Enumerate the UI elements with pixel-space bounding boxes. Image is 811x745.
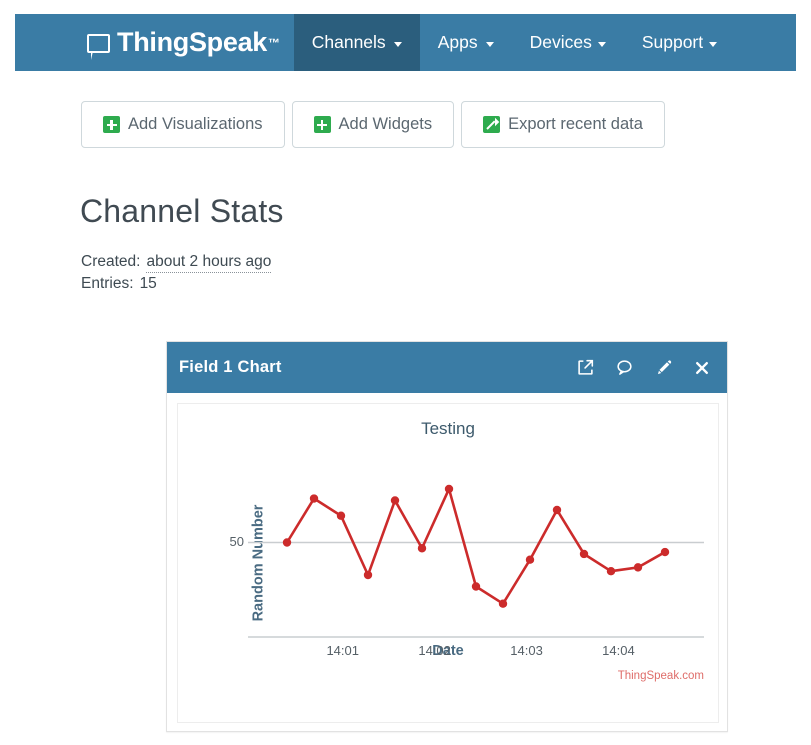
nav-items: Channels Apps Devices Support <box>293 14 735 71</box>
chevron-down-icon <box>485 42 494 47</box>
external-arrow-icon <box>483 116 501 133</box>
nav-item-channels[interactable]: Channels <box>293 14 420 71</box>
x-tick-label: 14:04 <box>602 643 635 658</box>
brand-logo[interactable]: ThingSpeak ™ <box>15 14 294 71</box>
button-label: Add Visualizations <box>128 115 263 133</box>
action-button-group: Add Visualizations Add Widgets Export re… <box>81 101 665 148</box>
entries-value: 15 <box>139 275 157 292</box>
nav-item-label: Channels <box>311 32 386 52</box>
chart-container: Testing Random Number Date 50 14:01 14:02… <box>177 403 719 723</box>
chevron-down-icon <box>597 42 606 47</box>
thingspeak-watermark: ThingSpeak.com <box>617 670 704 682</box>
comment-icon[interactable] <box>615 359 633 377</box>
page-title: Channel Stats <box>80 193 284 229</box>
close-icon[interactable] <box>693 359 711 377</box>
plus-square-icon <box>313 116 331 133</box>
created-label: Created: <box>81 253 141 270</box>
nav-item-label: Devices <box>529 32 592 52</box>
brand-name: ThingSpeak <box>117 27 268 57</box>
channel-stats: Created: about 2 hours ago Entries: 15 <box>81 251 272 294</box>
x-tick-label: 14:01 <box>326 643 359 658</box>
entries-row: Entries: 15 <box>81 273 271 294</box>
panel-header: Field 1 Chart <box>167 342 727 393</box>
speech-bubble-icon <box>87 34 110 60</box>
nav-item-apps[interactable]: Apps <box>420 14 512 71</box>
nav-item-support[interactable]: Support <box>624 14 735 71</box>
chevron-down-icon <box>393 42 402 47</box>
y-tick-label: 50 <box>229 533 244 549</box>
chevron-down-icon <box>709 42 718 47</box>
button-label: Add Widgets <box>338 115 433 133</box>
popout-icon[interactable] <box>576 359 594 377</box>
panel-title: Field 1 Chart <box>179 358 282 376</box>
brand-trademark: ™ <box>268 35 280 50</box>
edit-pencil-icon[interactable] <box>654 359 672 377</box>
navbar: ThingSpeak ™ Channels Apps Devices Suppo… <box>15 14 796 71</box>
plus-square-icon <box>103 116 120 133</box>
button-label: Export recent data <box>508 115 643 133</box>
panel-icon-group <box>576 359 711 377</box>
x-tick-label: 14:03 <box>510 643 543 658</box>
export-recent-data-button[interactable]: Export recent data <box>461 101 665 148</box>
nav-item-devices[interactable]: Devices <box>512 14 624 71</box>
created-value[interactable]: about 2 hours ago <box>146 251 272 273</box>
add-visualizations-button[interactable]: Add Visualizations <box>81 101 285 148</box>
nav-item-label: Support <box>641 32 704 52</box>
created-row: Created: about 2 hours ago <box>81 251 272 273</box>
nav-item-label: Apps <box>437 32 478 52</box>
field-1-chart-panel: Field 1 Chart Testing Random Number Date… <box>166 341 728 732</box>
entries-label: Entries: <box>81 275 134 292</box>
add-widgets-button[interactable]: Add Widgets <box>291 101 455 148</box>
x-tick-label: 14:02 <box>418 643 451 658</box>
